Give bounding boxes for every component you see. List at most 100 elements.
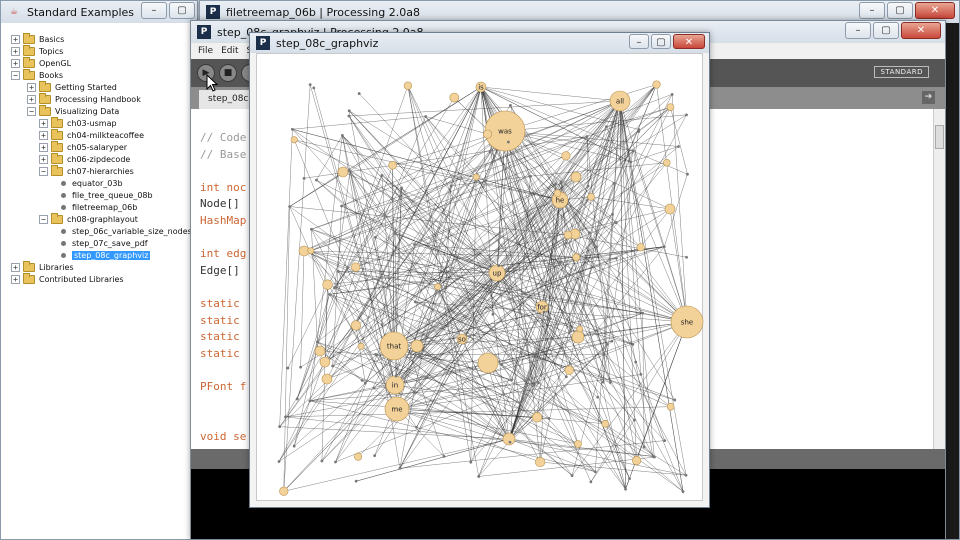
tab-menu-arrow-icon[interactable]: ➔ bbox=[922, 91, 935, 104]
graph-node[interactable] bbox=[663, 439, 667, 442]
graph-node[interactable] bbox=[685, 255, 688, 259]
graph-node[interactable] bbox=[632, 455, 642, 466]
graph-node[interactable] bbox=[336, 270, 340, 273]
graph-node[interactable] bbox=[570, 474, 574, 477]
graph-node[interactable] bbox=[400, 186, 403, 190]
tree-file-item[interactable]: file_tree_queue_08b bbox=[47, 189, 153, 201]
graph-node[interactable] bbox=[477, 352, 499, 374]
graph-node[interactable] bbox=[315, 340, 319, 344]
graph-node[interactable] bbox=[354, 479, 358, 483]
graph-node[interactable] bbox=[295, 397, 299, 401]
graph-node[interactable] bbox=[315, 178, 318, 182]
graph-node[interactable] bbox=[327, 292, 331, 296]
graph-node[interactable] bbox=[472, 173, 480, 181]
graph-node[interactable] bbox=[589, 480, 593, 484]
graph-node[interactable] bbox=[393, 232, 397, 235]
graph-node[interactable] bbox=[586, 184, 590, 188]
expand-icon[interactable]: + bbox=[11, 46, 20, 56]
graph-node[interactable] bbox=[652, 455, 656, 459]
graph-node[interactable] bbox=[641, 311, 645, 315]
graph-node[interactable] bbox=[673, 398, 677, 402]
collapse-icon[interactable]: − bbox=[27, 106, 36, 116]
expand-icon[interactable]: + bbox=[27, 94, 36, 104]
graph-node[interactable] bbox=[601, 420, 610, 428]
minimize-button[interactable]: – bbox=[629, 34, 649, 49]
graph-node[interactable] bbox=[277, 460, 281, 463]
graph-node[interactable] bbox=[596, 395, 600, 399]
graph-node[interactable] bbox=[610, 339, 614, 343]
graph-node[interactable] bbox=[348, 169, 352, 173]
graph-node[interactable] bbox=[576, 325, 584, 333]
graph-node[interactable] bbox=[357, 92, 361, 95]
graph-node[interactable] bbox=[608, 381, 612, 384]
graph-node[interactable] bbox=[602, 353, 606, 356]
graph-node[interactable] bbox=[322, 279, 333, 290]
maximize-button[interactable]: ▢ bbox=[873, 22, 899, 39]
graph-node[interactable] bbox=[314, 345, 326, 357]
graph-node[interactable] bbox=[615, 256, 618, 260]
graph-node[interactable] bbox=[278, 425, 282, 429]
graph-node[interactable] bbox=[524, 379, 527, 383]
graph-node[interactable] bbox=[308, 83, 312, 87]
graph-node[interactable] bbox=[684, 473, 688, 477]
tree-file-item[interactable]: equator_03b bbox=[47, 177, 123, 189]
tree-folder-item[interactable]: + Contributed Libraries bbox=[11, 272, 124, 285]
graph-node[interactable] bbox=[290, 136, 298, 144]
expand-icon[interactable]: + bbox=[27, 82, 36, 92]
graph-node[interactable] bbox=[331, 364, 335, 368]
graph-node[interactable] bbox=[571, 330, 585, 344]
tree-folder-item[interactable]: + ch04-milkteacoffee bbox=[39, 128, 144, 141]
graph-node[interactable] bbox=[681, 490, 685, 494]
expand-icon[interactable]: + bbox=[11, 34, 20, 44]
graph-node[interactable] bbox=[374, 353, 378, 356]
graph-node[interactable] bbox=[299, 365, 303, 369]
tree-folder-item[interactable]: + OpenGL bbox=[11, 56, 71, 69]
maximize-button[interactable]: ▢ bbox=[169, 2, 195, 19]
close-button[interactable]: ✕ bbox=[673, 34, 705, 49]
tree-folder-item[interactable]: + Processing Handbook bbox=[27, 92, 141, 105]
expand-icon[interactable]: + bbox=[11, 274, 20, 284]
tree-folder-item[interactable]: + ch03-usmap bbox=[39, 116, 117, 129]
graph-node[interactable] bbox=[636, 243, 645, 252]
graph-node[interactable] bbox=[508, 440, 512, 444]
graph-node[interactable] bbox=[491, 312, 495, 316]
graph-node[interactable] bbox=[357, 342, 365, 350]
tree-folder-item[interactable]: + Getting Started bbox=[27, 80, 117, 93]
graph-node[interactable] bbox=[333, 286, 336, 290]
graph-node[interactable] bbox=[561, 151, 571, 161]
graph-node[interactable] bbox=[308, 399, 312, 403]
graph-node[interactable] bbox=[634, 360, 638, 364]
graph-node[interactable] bbox=[529, 174, 532, 178]
tree-file-item[interactable]: filetreemap_06b bbox=[47, 201, 137, 213]
graph-node[interactable] bbox=[312, 86, 316, 90]
graph-node[interactable] bbox=[572, 253, 581, 262]
graph-node[interactable] bbox=[593, 470, 597, 474]
graph-node[interactable] bbox=[637, 130, 641, 133]
graph-node[interactable] bbox=[286, 366, 290, 370]
graph-node[interactable] bbox=[604, 125, 608, 129]
tree-folder-item[interactable]: + ch05-salaryper bbox=[39, 140, 127, 153]
vertical-scrollbar[interactable] bbox=[933, 109, 945, 449]
graph-node[interactable] bbox=[642, 445, 646, 449]
graph-node[interactable] bbox=[652, 80, 661, 89]
menu-file[interactable]: File bbox=[198, 46, 213, 56]
graph-node[interactable] bbox=[564, 375, 568, 379]
minimize-button[interactable]: – bbox=[845, 22, 871, 39]
tree-file-item[interactable]: step_08c_graphviz bbox=[47, 249, 151, 261]
graph-node[interactable] bbox=[360, 379, 364, 382]
graph-node[interactable] bbox=[547, 417, 551, 420]
graph-node[interactable] bbox=[554, 182, 558, 186]
graph-node[interactable] bbox=[284, 415, 287, 419]
graph-visualization[interactable]: is was all he up for she that so in me bbox=[257, 54, 704, 502]
scrollbar-thumb[interactable] bbox=[935, 125, 944, 149]
tree-folder-item[interactable]: + Basics bbox=[11, 32, 64, 45]
minimize-button[interactable]: – bbox=[859, 2, 885, 19]
graph-node[interactable] bbox=[662, 245, 666, 249]
graph-node[interactable] bbox=[483, 129, 493, 139]
graph-node[interactable] bbox=[664, 203, 676, 215]
expand-icon[interactable]: + bbox=[39, 118, 48, 128]
graph-node[interactable] bbox=[363, 381, 367, 385]
graph-node[interactable] bbox=[559, 346, 563, 350]
graph-node[interactable] bbox=[632, 418, 636, 422]
graph-node[interactable] bbox=[506, 140, 510, 144]
